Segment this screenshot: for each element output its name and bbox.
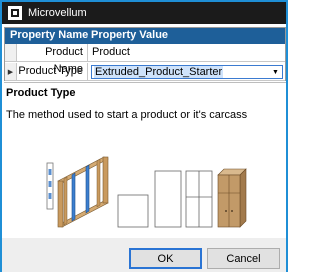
tall-cabinet-icon — [154, 170, 182, 228]
cell-name: Product Name — [17, 44, 88, 75]
header-property-value: Property Value — [91, 29, 169, 41]
title-bar[interactable]: Microvellum — [2, 2, 286, 24]
extruded-frame-icon — [57, 156, 109, 228]
microvellum-app-icon — [8, 6, 22, 20]
chevron-down-icon[interactable]: ▼ — [269, 66, 282, 78]
grid-row-product-name[interactable]: Product Name Product — [5, 44, 285, 75]
grid-header: Property Name Property Value — [5, 28, 285, 44]
header-property-name: Property Name — [10, 29, 89, 41]
cancel-button[interactable]: Cancel — [207, 248, 280, 269]
description-panel: Product Type The method used to start a … — [4, 82, 286, 238]
dropdown-selected-value: Extruded_Product_Starter — [94, 66, 224, 78]
description-text: The method used to start a product or it… — [6, 109, 248, 121]
product-type-dropdown[interactable]: Extruded_Product_Starter ▼ — [91, 65, 283, 79]
cell-name: Product Type — [17, 63, 88, 80]
grid-row-product-type[interactable]: ▶ Product Type Extruded_Product_Starter … — [5, 63, 285, 81]
property-grid: Property Name Property Value Product Nam… — [4, 27, 286, 81]
product-type-illustration — [46, 156, 247, 228]
button-bar: OK Cancel — [2, 238, 286, 272]
panel-icon — [117, 194, 149, 228]
cell-value[interactable]: Product — [89, 44, 285, 61]
ok-button[interactable]: OK — [129, 248, 202, 269]
carcass-icon — [217, 168, 247, 228]
row-pointer-icon: ▶ — [5, 63, 17, 80]
description-title: Product Type — [6, 87, 76, 99]
profile-icon — [46, 162, 54, 210]
window-title: Microvellum — [28, 7, 87, 19]
grid-cabinet-icon — [185, 170, 213, 228]
dialog-window: Microvellum Property Name Property Value… — [0, 0, 288, 272]
row-header[interactable] — [5, 44, 17, 61]
